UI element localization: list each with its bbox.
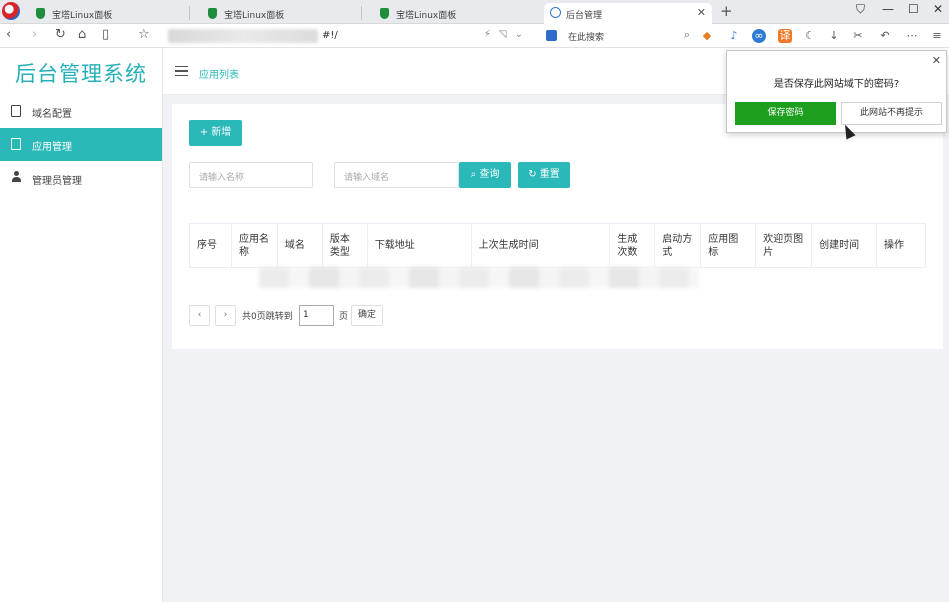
- add-button[interactable]: + 新增: [189, 120, 242, 146]
- pagination: ‹ › 共0页跳转到 1 页 确定: [189, 305, 489, 326]
- url-field[interactable]: #!/ ⚡◹⌄: [160, 27, 535, 45]
- bookmark-star-icon[interactable]: ☆: [138, 27, 150, 42]
- search-button[interactable]: ⌕ 查询: [459, 162, 511, 188]
- url-text: #!/: [322, 30, 338, 41]
- sidebar-item-label: 应用管理: [32, 142, 72, 153]
- forward-icon[interactable]: ›: [32, 27, 37, 42]
- never-prompt-button[interactable]: 此网站不再提示: [841, 102, 942, 125]
- browser-tab-bar: 宝塔Linux面板 宝塔Linux面板 宝塔Linux面板 后台管理 ✕ + ⛉…: [0, 0, 949, 24]
- sidebar-item-label: 域名配置: [32, 109, 72, 120]
- menu-icon[interactable]: ≡: [930, 29, 944, 43]
- column-header: 版本类型: [321, 223, 368, 268]
- screenshot-icon[interactable]: ✂: [851, 29, 865, 43]
- hamburger-icon[interactable]: [175, 66, 188, 76]
- reset-button-label: 重置: [539, 169, 560, 180]
- back-icon[interactable]: ‹: [6, 27, 11, 42]
- browser-tab[interactable]: 宝塔Linux面板: [366, 3, 534, 24]
- sidebar-item-label: 管理员管理: [32, 176, 82, 187]
- column-header: 应用名称: [230, 223, 278, 268]
- loop-extension-icon[interactable]: ∞: [752, 29, 766, 43]
- url-redacted: [168, 29, 318, 43]
- save-password-popup: ✕ 是否保存此网站域下的密码? 保存密码 此网站不再提示: [726, 50, 947, 133]
- save-password-button[interactable]: 保存密码: [735, 102, 836, 125]
- maximize-button[interactable]: ☐: [908, 2, 919, 16]
- reload-icon[interactable]: ↻: [55, 27, 66, 42]
- next-page-button[interactable]: ›: [215, 305, 236, 326]
- search-box[interactable]: 在此搜索 ⌕: [544, 27, 694, 45]
- browser-logo-icon[interactable]: [2, 2, 20, 20]
- sidebar-item-app-management[interactable]: 应用管理: [0, 128, 162, 161]
- table-body-redacted: [259, 267, 699, 288]
- shield-icon: [380, 8, 389, 19]
- translate-extension-icon[interactable]: 译: [778, 29, 792, 43]
- night-mode-icon[interactable]: ☾: [803, 29, 817, 43]
- app-table: 序号 应用名称 域名 版本类型 下载地址 上次生成时间 生成次数 启动方式 应用…: [189, 223, 927, 268]
- tab-label: 宝塔Linux面板: [52, 11, 113, 21]
- clipboard-icon: [11, 105, 21, 117]
- search-button-label: 查询: [479, 169, 500, 180]
- browser-tab[interactable]: 宝塔Linux面板: [22, 3, 190, 24]
- column-header: 启动方式: [654, 223, 702, 268]
- game-extension-icon[interactable]: ◆: [700, 29, 714, 43]
- popup-question: 是否保存此网站域下的密码?: [773, 79, 900, 90]
- column-header: 欢迎页图片: [755, 223, 813, 268]
- new-tab-button[interactable]: +: [720, 2, 733, 20]
- column-header: 应用图标: [700, 223, 757, 268]
- close-tab-icon[interactable]: ✕: [697, 6, 706, 19]
- tab-label: 宝塔Linux面板: [396, 11, 457, 21]
- music-extension-icon[interactable]: ♪: [727, 29, 741, 43]
- shield-icon: [208, 8, 217, 19]
- pagination-summary: 共0页跳转到: [242, 312, 293, 322]
- page-jump-input[interactable]: 1: [299, 305, 334, 326]
- clipboard-icon: [11, 138, 21, 150]
- column-header: 下载地址: [366, 223, 472, 268]
- search-icon[interactable]: ⌕: [684, 28, 690, 42]
- name-placeholder: 请输入名称: [199, 173, 245, 183]
- column-header: 创建时间: [811, 223, 877, 268]
- column-header: 域名: [276, 223, 323, 268]
- url-tools-icons[interactable]: ⚡◹⌄: [484, 29, 531, 40]
- breadcrumb: 应用列表: [199, 70, 239, 81]
- domain-input[interactable]: 请输入域名: [334, 162, 459, 188]
- search-engine-icon[interactable]: [546, 30, 557, 41]
- prev-page-button[interactable]: ‹: [189, 305, 210, 326]
- table-header-row: 序号 应用名称 域名 版本类型 下载地址 上次生成时间 生成次数 启动方式 应用…: [189, 223, 927, 268]
- close-window-button[interactable]: ✕: [933, 2, 943, 16]
- more-icon[interactable]: ⋯: [905, 29, 919, 43]
- column-header: 上次生成时间: [470, 223, 611, 268]
- app-logo: 后台管理系统: [15, 62, 147, 86]
- sidebar: 后台管理系统 域名配置 应用管理 管理员管理: [0, 48, 163, 602]
- page-confirm-button[interactable]: 确定: [351, 305, 383, 326]
- tab-divider: [361, 6, 362, 20]
- home-icon[interactable]: ⌂: [78, 27, 86, 42]
- tab-divider: [189, 6, 190, 20]
- sidebar-item-domain-config[interactable]: 域名配置: [0, 95, 162, 128]
- main-content: + 新增 请输入名称 请输入域名 ⌕ 查询 ↻ 重置 序号 应用名称 域名 版本…: [163, 95, 949, 602]
- name-input[interactable]: 请输入名称: [189, 162, 313, 188]
- page-suffix: 页: [339, 312, 349, 322]
- browser-tab[interactable]: 宝塔Linux面板: [194, 3, 362, 24]
- download-icon[interactable]: ↓: [827, 29, 841, 43]
- tab-label: 后台管理: [566, 11, 603, 21]
- column-header: 序号: [189, 223, 232, 268]
- tab-label: 宝塔Linux面板: [224, 11, 285, 21]
- minimize-button[interactable]: —: [882, 2, 894, 16]
- domain-placeholder: 请输入域名: [344, 173, 390, 183]
- column-header: 操作: [875, 223, 927, 268]
- search-placeholder: 在此搜索: [568, 33, 605, 43]
- user-icon: [11, 171, 21, 184]
- column-header: 生成次数: [609, 223, 656, 268]
- reset-button[interactable]: ↻ 重置: [518, 162, 570, 188]
- reader-icon[interactable]: ▯: [102, 27, 109, 42]
- refresh-icon: ↻: [528, 169, 540, 180]
- sidebar-item-admin-management[interactable]: 管理员管理: [0, 162, 162, 195]
- undo-icon[interactable]: ↶: [878, 29, 892, 43]
- globe-icon: [550, 7, 561, 18]
- browser-tab-active[interactable]: 后台管理 ✕: [544, 3, 712, 24]
- shield-icon: [36, 8, 45, 19]
- content-card: + 新增 请输入名称 请输入域名 ⌕ 查询 ↻ 重置 序号 应用名称 域名 版本…: [172, 104, 943, 349]
- close-icon[interactable]: ✕: [932, 54, 941, 67]
- pin-icon[interactable]: ⛉: [856, 2, 865, 17]
- address-bar: ‹ › ↻ ⌂ ▯ ☆ #!/ ⚡◹⌄ 在此搜索 ⌕ ◆ ♪ ∞ 译 ☾ ↓ ✂…: [0, 24, 949, 48]
